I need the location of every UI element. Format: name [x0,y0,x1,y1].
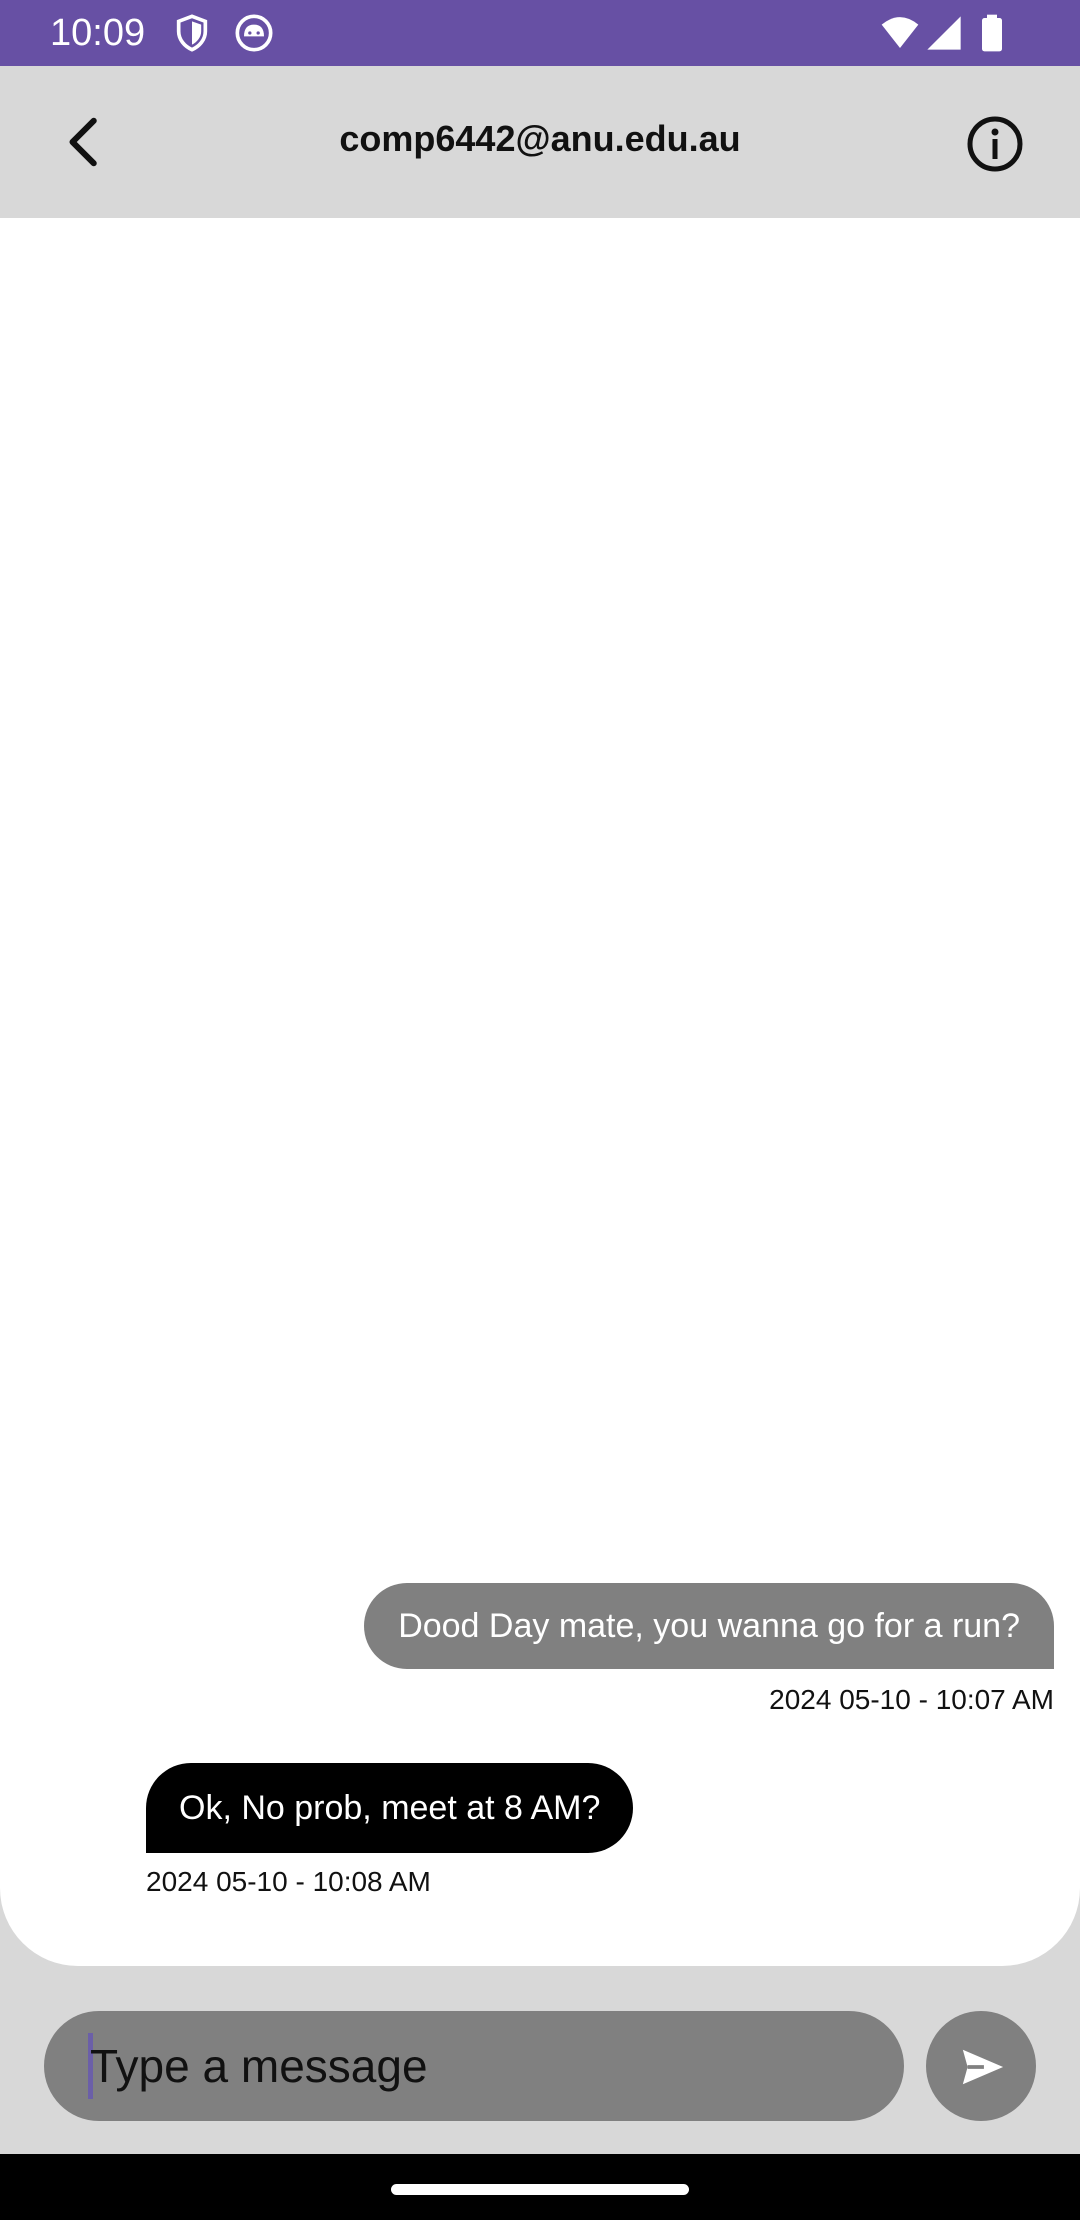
back-button[interactable] [55,112,115,172]
send-icon [962,2049,1004,2085]
message-timestamp: 2024 05-10 - 10:08 AM [146,1866,431,1897]
info-icon[interactable] [965,114,1025,174]
send-button[interactable] [926,2011,1036,2121]
status-time: 10:09 [50,12,146,54]
system-navigation-bar [0,2154,1080,2220]
message-bubble-incoming[interactable]: Ok, No prob, meet at 8 AM? [146,1763,634,1853]
signal-icon [927,16,961,50]
message-input[interactable]: Type a message [44,2011,904,2121]
wifi-icon [881,17,919,48]
message-bubble-outgoing[interactable]: Dood Day mate, you wanna go for a run? [364,1583,1054,1669]
app-bar: comp6442@anu.edu.au [0,66,1080,218]
app-notification-icon [235,14,273,52]
shield-icon [176,14,208,52]
battery-icon [982,14,1002,52]
message-input-placeholder: Type a message [90,2040,428,2092]
message-timestamp: 2024 05-10 - 10:07 AM [769,1684,1054,1715]
status-bar: 10:09 [0,0,1080,66]
contact-title: comp6442@anu.edu.au [339,118,741,159]
chat-messages-area[interactable]: Dood Day mate, you wanna go for a run? 2… [0,218,1080,1966]
home-gesture-handle[interactable] [391,2184,689,2195]
